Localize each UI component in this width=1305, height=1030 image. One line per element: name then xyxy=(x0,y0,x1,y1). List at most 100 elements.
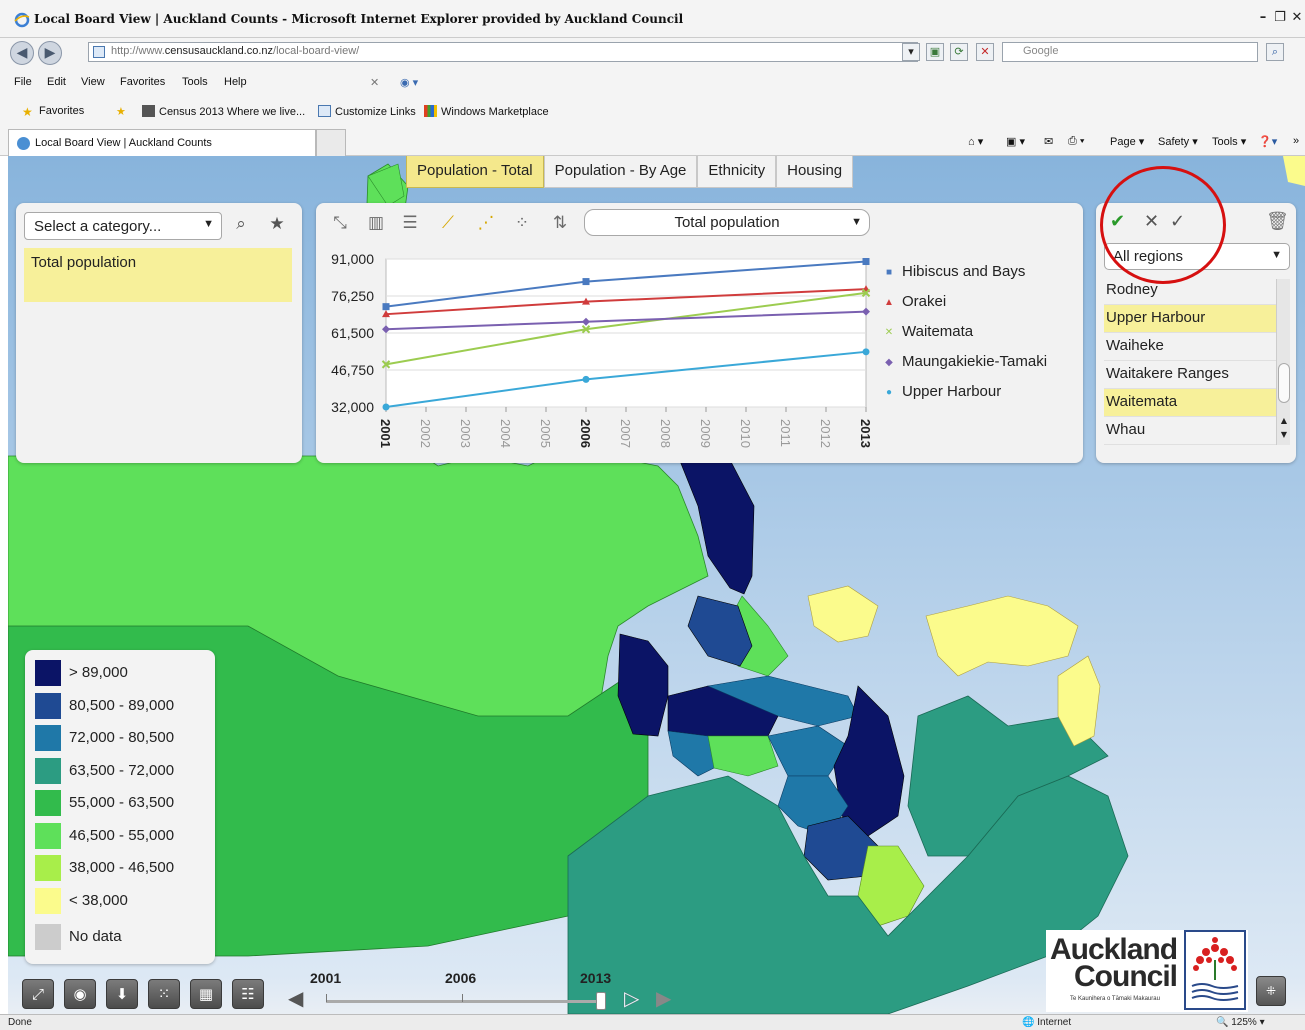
play-icon[interactable]: ▷ xyxy=(624,986,639,1010)
data-point[interactable] xyxy=(382,303,390,311)
data-point[interactable] xyxy=(862,348,870,356)
forward-button[interactable]: ▶ xyxy=(38,41,62,65)
region-item-waitemata[interactable]: Waitemata xyxy=(1104,389,1276,417)
region-item-rodney[interactable]: Rodney xyxy=(1104,277,1276,305)
timeline-year-2001[interactable]: 2001 xyxy=(310,970,341,986)
scatter-tool-icon[interactable]: ⤡ xyxy=(328,211,352,235)
browser-tab[interactable]: Local Board View | Auckland Counts xyxy=(8,129,316,156)
timeline-year-2013[interactable]: 2013 xyxy=(580,970,611,986)
toolbar-addon-icon[interactable]: ◉ ▾ xyxy=(400,76,418,89)
region-item-waitakere-ranges[interactable]: Waitakere Ranges xyxy=(1104,361,1276,389)
region-list-scrollbar[interactable]: ▲ ▼ xyxy=(1276,279,1290,445)
y-tick-label: 91,000 xyxy=(331,251,374,267)
menu-edit[interactable]: Edit xyxy=(47,76,66,88)
tab-ethnicity[interactable]: Ethnicity xyxy=(697,156,777,188)
zoom-control[interactable]: 🔍 125% ▾ xyxy=(1216,1017,1265,1028)
chevron-more-icon[interactable]: » xyxy=(1293,135,1299,147)
area-chart-icon[interactable]: ⋰ xyxy=(474,211,498,235)
new-tab-button[interactable] xyxy=(316,129,346,156)
map-region-top-right-corner xyxy=(1283,156,1305,186)
table-view-button[interactable]: ▦ xyxy=(190,979,222,1009)
close-toolbar-icon[interactable]: ✕ xyxy=(370,76,379,89)
view-button[interactable]: ◉ xyxy=(64,979,96,1009)
chevron-down-icon: ▼ xyxy=(1271,249,1282,261)
fullscreen-button[interactable]: ⤢ xyxy=(22,979,54,1009)
region-item-upper-harbour[interactable]: Upper Harbour xyxy=(1104,305,1276,333)
timeline-track[interactable] xyxy=(326,1000,604,1003)
legend-item[interactable]: ◆ Maungakiekie-Tamaki xyxy=(882,353,1047,370)
search-input[interactable]: Google xyxy=(1002,42,1258,62)
data-point[interactable] xyxy=(582,375,590,383)
restore-button[interactable]: ❐ xyxy=(1273,10,1287,26)
legend-item[interactable]: ● Upper Harbour xyxy=(882,383,1001,400)
data-point[interactable] xyxy=(862,258,870,266)
scatter-view-button[interactable]: ⁙ xyxy=(148,979,180,1009)
settings-grid-icon[interactable]: ⁜ xyxy=(1256,976,1286,1006)
feeds-icon[interactable]: ▣ ▾ xyxy=(1006,135,1025,148)
scroll-up-icon[interactable]: ▲ xyxy=(1277,415,1291,427)
timeline-thumb[interactable] xyxy=(596,992,606,1010)
favorite-link-marketplace[interactable]: Windows Marketplace xyxy=(424,105,549,118)
list-view-button[interactable]: ☷ xyxy=(232,979,264,1009)
menu-view[interactable]: View xyxy=(81,76,105,88)
url-domain: censusauckland.co.nz xyxy=(164,45,274,57)
step-forward-icon[interactable]: ▶ xyxy=(656,986,671,1010)
y-tick-label: 32,000 xyxy=(331,399,374,415)
tools-menu[interactable]: Tools ▾ xyxy=(1212,135,1246,148)
region-list: Rodney Upper Harbour Waiheke Waitakere R… xyxy=(1104,277,1276,447)
menu-favorites[interactable]: Favorites xyxy=(120,76,165,88)
search-icon[interactable]: ⌕ xyxy=(230,213,252,235)
category-select[interactable]: Select a category... ▼ xyxy=(24,212,222,240)
sort-icon[interactable]: ⇅ xyxy=(548,211,572,235)
menu-tools[interactable]: Tools xyxy=(182,76,208,88)
menu-help[interactable]: Help xyxy=(224,76,247,88)
legend-swatch xyxy=(35,757,61,784)
timeline-year-2006[interactable]: 2006 xyxy=(445,970,476,986)
scrollbar-thumb[interactable] xyxy=(1278,363,1290,403)
page-menu[interactable]: Page ▾ xyxy=(1110,135,1144,148)
data-point[interactable] xyxy=(582,278,590,286)
legend-item[interactable]: ■ Hibiscus and Bays xyxy=(882,263,1025,280)
favorite-link-customize[interactable]: Customize Links xyxy=(318,105,416,118)
url-path: /local-board-view/ xyxy=(273,45,360,57)
y-tick-label: 76,250 xyxy=(331,288,374,304)
metric-select[interactable]: Total population ▼ xyxy=(584,209,870,236)
search-icon[interactable]: ⌕ xyxy=(1266,43,1284,61)
back-button[interactable]: ◀ xyxy=(10,41,34,65)
home-icon[interactable]: ⌂ ▾ xyxy=(968,135,983,148)
favorite-link-census[interactable]: Census 2013 Where we live... xyxy=(142,105,305,118)
bar-chart-icon[interactable]: ☰ xyxy=(398,211,422,235)
compatibility-icon[interactable]: ▣ xyxy=(926,43,944,61)
print-icon[interactable]: ⎙ ▾ xyxy=(1068,135,1084,148)
favorites-button[interactable]: ★ Favorites xyxy=(22,105,85,119)
minimize-button[interactable]: – xyxy=(1256,10,1270,26)
region-item-waiheke[interactable]: Waiheke xyxy=(1104,333,1276,361)
data-point[interactable] xyxy=(382,403,390,411)
region-item-whau[interactable]: Whau xyxy=(1104,417,1276,445)
category-item-selected[interactable]: Total population xyxy=(24,248,292,302)
mail-icon[interactable]: ✉ xyxy=(1044,135,1053,148)
tab-population-by-age[interactable]: Population - By Age xyxy=(543,156,698,188)
stop-icon[interactable]: ✕ xyxy=(976,43,994,61)
bubble-chart-icon[interactable]: ⁘ xyxy=(510,211,534,235)
column-chart-icon[interactable]: ▥ xyxy=(364,211,388,235)
favorites-label: Favorites xyxy=(39,105,85,117)
timeline-prev-icon[interactable]: ◀ xyxy=(288,986,303,1010)
line-chart-icon[interactable]: ⟋ xyxy=(436,211,460,235)
add-favorite-icon[interactable]: ★ xyxy=(116,105,126,118)
safety-menu[interactable]: Safety ▾ xyxy=(1158,135,1198,148)
help-icon[interactable]: ❓▾ xyxy=(1258,135,1277,148)
close-window-button[interactable]: ✕ xyxy=(1290,10,1304,26)
tab-housing[interactable]: Housing xyxy=(776,156,854,188)
scroll-down-icon[interactable]: ▼ xyxy=(1277,429,1291,441)
download-button[interactable]: ⬇ xyxy=(106,979,138,1009)
legend-item[interactable]: ▲ Orakei xyxy=(882,293,946,310)
trash-icon[interactable]: 🗑 xyxy=(1266,211,1289,233)
menu-file[interactable]: File xyxy=(14,76,32,88)
url-dropdown-button[interactable]: ▾ xyxy=(902,43,920,61)
legend-item[interactable]: ✕ Waitemata xyxy=(882,323,973,340)
refresh-icon[interactable]: ⟳ xyxy=(950,43,968,61)
star-icon[interactable]: ★ xyxy=(266,213,288,235)
url-field[interactable]: http://www.censusauckland.co.nz/local-bo… xyxy=(88,42,918,62)
tab-population-total[interactable]: Population - Total xyxy=(406,156,544,188)
